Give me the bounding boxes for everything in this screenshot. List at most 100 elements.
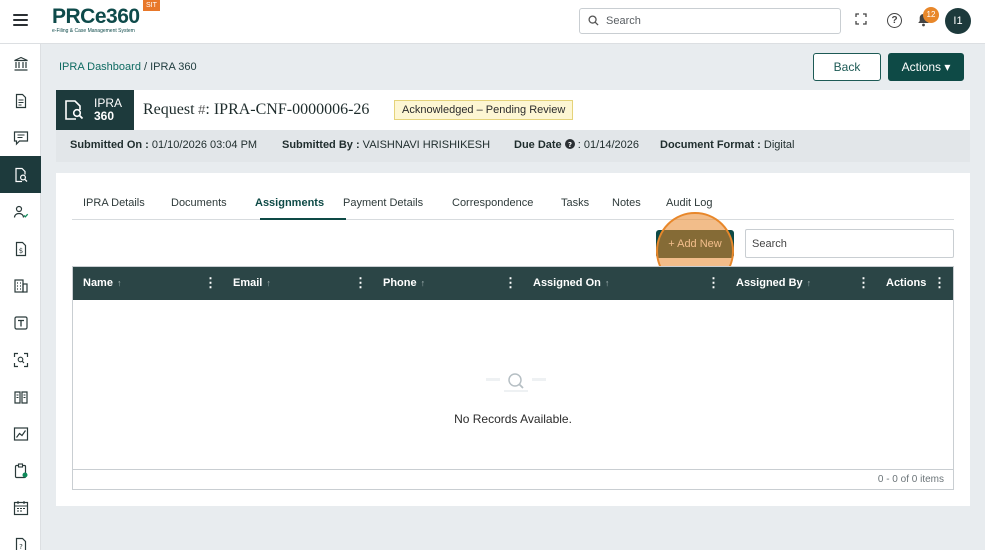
column-label: Phone	[383, 277, 417, 289]
environment-badge: SIT	[143, 0, 160, 11]
breadcrumb-link-ipra-dashboard[interactable]: IPRA Dashboard	[59, 61, 141, 73]
logo-subtitle: e-Filing & Case Management System	[52, 28, 135, 34]
expand-icon[interactable]	[853, 13, 869, 29]
sidebar-item-library[interactable]	[0, 378, 41, 415]
calendar-icon	[13, 500, 28, 515]
meta-submitted-on: Submitted On : 01/10/2026 03:04 PM	[70, 139, 257, 151]
document-search-icon	[14, 167, 27, 182]
tab-ipra-details[interactable]: IPRA Details	[83, 197, 145, 209]
sidebar-item-agencies[interactable]	[0, 267, 41, 304]
column-label: Name	[83, 277, 113, 289]
sidebar-item-scan[interactable]	[0, 341, 41, 378]
meta-label: Submitted By :	[282, 139, 360, 151]
tab-documents[interactable]: Documents	[171, 197, 227, 209]
assignments-grid: Name ↑ ⋮ Email ↑ ⋮ Phone ↑ ⋮ Assigned On ↑ ⋮…	[72, 266, 954, 470]
book-icon	[13, 390, 28, 404]
column-menu-icon[interactable]: ⋮	[354, 276, 367, 290]
column-header-assigned-by[interactable]: Assigned By ↑	[736, 277, 811, 289]
column-header-actions[interactable]: Actions	[886, 277, 926, 289]
column-header-email[interactable]: Email ↑	[233, 277, 271, 289]
menu-icon[interactable]	[13, 14, 28, 26]
column-header-name[interactable]: Name ↑	[83, 277, 121, 289]
column-menu-icon[interactable]: ⋮	[857, 276, 870, 290]
back-button[interactable]: Back	[813, 53, 881, 81]
sort-arrow-icon: ↑	[604, 278, 610, 288]
grid-pager: 0 - 0 of 0 items	[72, 470, 954, 490]
assignments-card: IPRA Details Documents Assignments Payme…	[56, 173, 970, 506]
actions-dropdown-button[interactable]: Actions ▾	[888, 53, 964, 81]
sidebar-item-messages[interactable]	[0, 119, 41, 156]
request-meta-row: Submitted On : 01/10/2026 03:04 PM Submi…	[56, 130, 970, 162]
sidebar-item-tasks[interactable]	[0, 452, 41, 489]
breadcrumb: IPRA Dashboard / IPRA 360	[59, 61, 197, 73]
template-icon	[13, 315, 28, 330]
meta-submitted-by: Submitted By : VAISHNAVI HRISHIKESH	[282, 139, 490, 151]
active-tab-indicator	[260, 218, 346, 220]
column-label: Email	[233, 277, 263, 289]
request-title: Request #: IPRA-CNF-0000006-26	[143, 101, 369, 119]
search-icon	[588, 15, 599, 26]
tab-tasks[interactable]: Tasks	[561, 197, 589, 209]
column-header-assigned-on[interactable]: Assigned On ↑	[533, 277, 609, 289]
info-icon[interactable]: ?	[564, 139, 575, 149]
tab-correspondence[interactable]: Correspondence	[452, 197, 533, 209]
sort-arrow-icon: ↑	[116, 278, 122, 288]
app-logo[interactable]: PRCe360 e-Filing & Case Management Syste…	[52, 6, 140, 38]
global-search[interactable]	[579, 8, 841, 34]
sidebar-item-payments[interactable]: $	[0, 230, 41, 267]
user-avatar[interactable]: I1	[945, 8, 971, 34]
grid-header-row: Name ↑ ⋮ Email ↑ ⋮ Phone ↑ ⋮ Assigned On ↑ ⋮…	[73, 267, 953, 300]
tab-notes[interactable]: Notes	[612, 197, 641, 209]
breadcrumb-separator: /	[140, 61, 151, 73]
meta-value: : 01/14/2026	[574, 139, 639, 151]
meta-label: Document Format :	[660, 139, 761, 151]
column-label: Assigned By	[736, 277, 803, 289]
logo-text: PRCe360	[52, 5, 140, 28]
sidebar-item-institution[interactable]	[0, 45, 41, 82]
notification-count-badge[interactable]: 12	[923, 7, 939, 23]
grid-search-input[interactable]	[745, 229, 954, 258]
sidebar-item-help[interactable]: ?	[0, 526, 41, 550]
sidebar-item-templates[interactable]	[0, 304, 41, 341]
ipra-360-tag: IPRA 360	[56, 90, 134, 130]
tab-assignments[interactable]: Assignments	[255, 197, 324, 209]
add-new-button[interactable]: + Add New	[656, 230, 734, 258]
sidebar: $ ?	[0, 44, 41, 550]
svg-text:?: ?	[19, 543, 23, 550]
meta-value: Digital	[760, 139, 795, 151]
column-menu-icon[interactable]: ⋮	[204, 276, 217, 290]
column-label: Assigned On	[533, 277, 601, 289]
request-id: : IPRA-CNF-0000006-26	[205, 101, 370, 118]
column-menu-icon[interactable]: ⋮	[504, 276, 517, 290]
sidebar-item-users[interactable]	[0, 193, 41, 230]
meta-value: VAISHNAVI HRISHIKESH	[359, 139, 491, 151]
column-header-phone[interactable]: Phone ↑	[383, 277, 425, 289]
tab-audit-log[interactable]: Audit Log	[666, 197, 712, 209]
sidebar-item-ipra[interactable]	[0, 156, 41, 193]
help-document-icon: ?	[15, 537, 26, 550]
empty-state-message: No Records Available.	[454, 412, 572, 426]
sort-arrow-icon: ↑	[806, 278, 812, 288]
meta-due-date: Due Date ? : 01/14/2026	[514, 139, 639, 151]
column-menu-icon[interactable]: ⋮	[707, 276, 720, 290]
global-search-input[interactable]	[606, 12, 836, 30]
sidebar-item-reports[interactable]	[0, 415, 41, 452]
meta-value: 01/10/2026 03:04 PM	[148, 139, 258, 151]
pager-info: 0 - 0 of 0 items	[877, 474, 944, 485]
building-icon	[13, 278, 28, 293]
sidebar-item-documents[interactable]	[0, 82, 41, 119]
request-header-card: IPRA 360 Request #: IPRA-CNF-0000006-26 …	[56, 90, 970, 162]
sort-arrow-icon: ↑	[420, 278, 426, 288]
request-title-prefix: Request	[143, 101, 195, 118]
column-menu-icon[interactable]: ⋮	[933, 276, 946, 290]
users-icon	[13, 205, 28, 218]
help-icon[interactable]: ?	[887, 13, 902, 28]
clipboard-icon	[14, 462, 27, 478]
sidebar-item-calendar[interactable]	[0, 489, 41, 526]
meta-label: Submitted On :	[70, 139, 149, 151]
tag-line-360: 360	[94, 109, 115, 123]
tab-payment-details[interactable]: Payment Details	[343, 197, 423, 209]
dollar-document-icon: $	[15, 241, 26, 256]
svg-text:$: $	[18, 247, 22, 255]
meta-label: Due Date	[514, 139, 562, 151]
